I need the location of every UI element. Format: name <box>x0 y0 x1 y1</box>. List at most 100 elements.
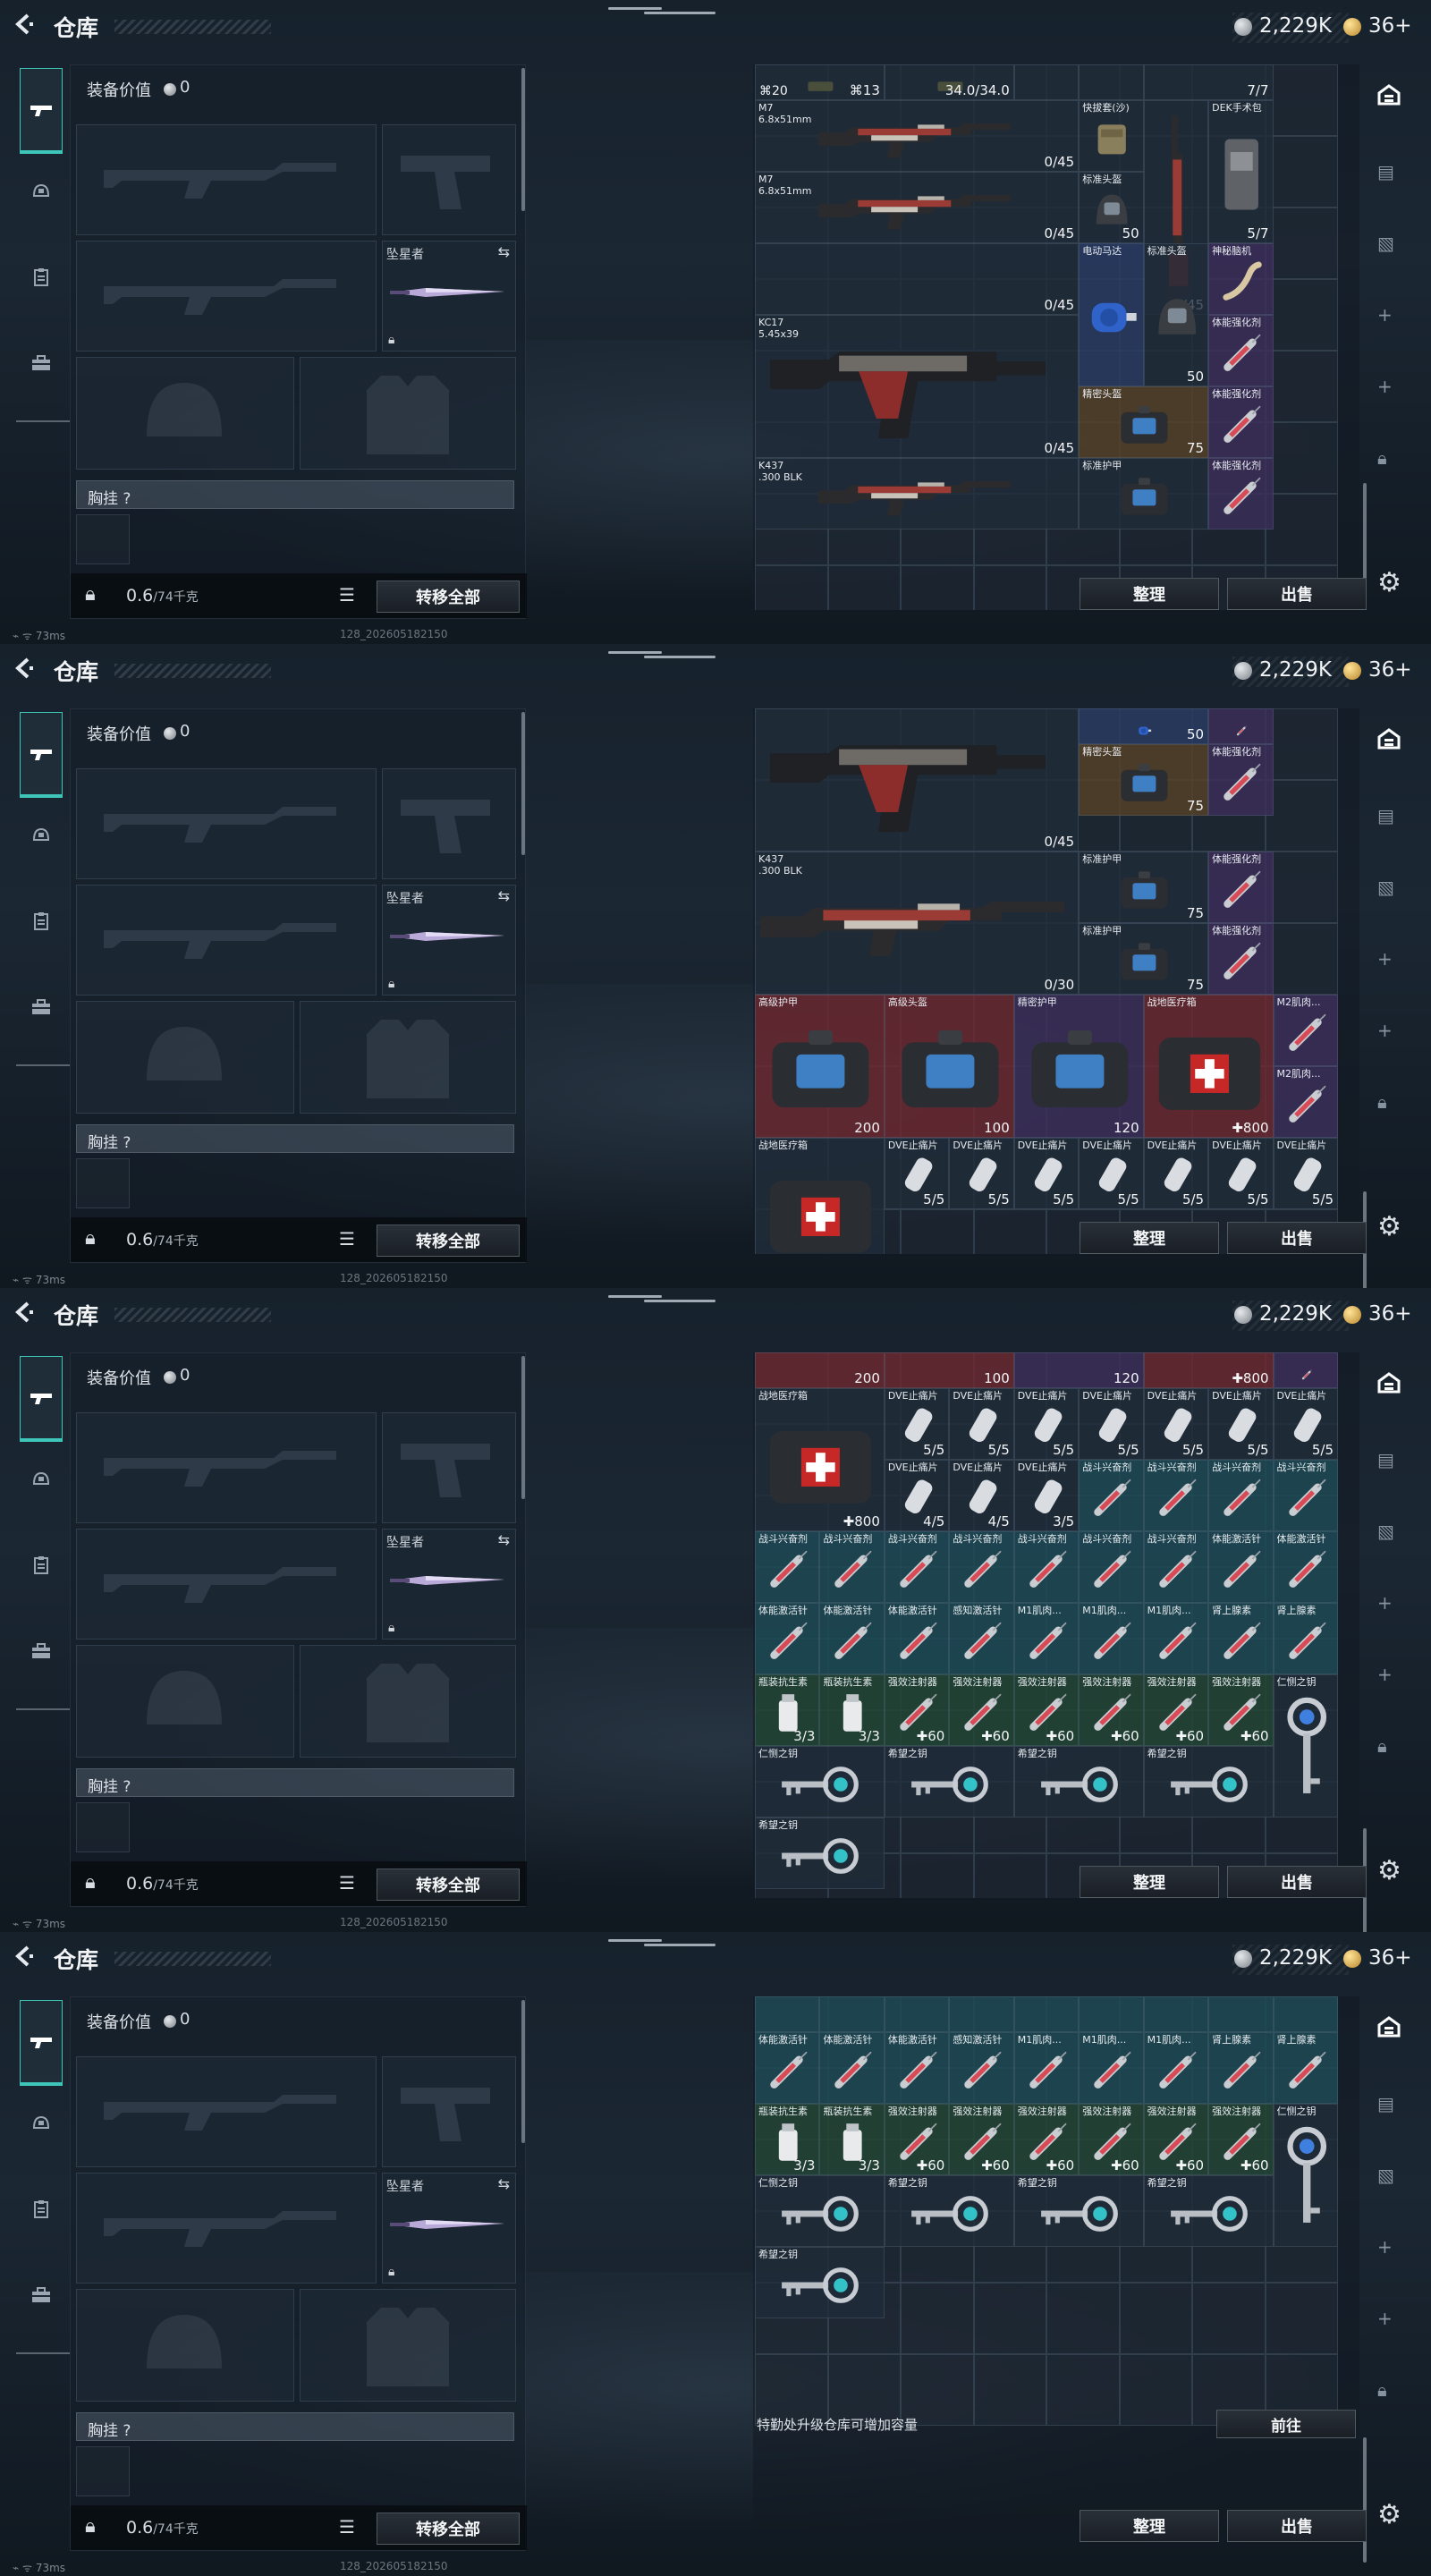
tv-tab-icon[interactable]: ▧ <box>1377 877 1394 898</box>
empty-cell[interactable] <box>1265 780 1338 852</box>
storage-item[interactable]: 希望之钥 <box>884 2175 1014 2247</box>
storage-item[interactable]: 希望之钥 <box>1143 1746 1274 1818</box>
gold-amount[interactable]: 36+ <box>1368 1946 1412 1970</box>
secondary-weapon-slot[interactable] <box>76 241 377 352</box>
sell-button[interactable]: 出售 <box>1227 2510 1367 2542</box>
sort-button[interactable]: 整理 <box>1080 2510 1219 2542</box>
pistol-slot[interactable] <box>382 2056 516 2167</box>
storage-item[interactable]: 7/7 <box>1143 64 1274 100</box>
storage-item[interactable]: 强效注射器 ✚60 <box>884 2104 950 2175</box>
storage-item[interactable]: 战斗兴奋剂 <box>1143 1460 1209 1531</box>
armor-slot[interactable] <box>300 1001 516 1114</box>
storage-item[interactable]: KC17 5.45x39 0/45 <box>755 315 1080 458</box>
storage-item[interactable]: M1肌肉... <box>1013 1603 1080 1674</box>
storage-item[interactable]: ⌘13 ⌘20 <box>755 64 885 100</box>
chest-rig-slot[interactable]: 胸挂 ? <box>76 1768 514 1797</box>
storage-item[interactable]: 仁恻之钥 <box>755 1746 885 1818</box>
storage-item[interactable]: DVE止痛片 5/5 <box>1208 1388 1274 1460</box>
storage-item[interactable]: 神秘脑机 <box>1208 243 1274 315</box>
storage-item[interactable]: 100 <box>884 1352 1014 1388</box>
sort-button[interactable]: 整理 <box>1080 1866 1219 1898</box>
storage-item[interactable]: 仁恻之钥 <box>755 2175 885 2247</box>
storage-item[interactable]: 强效注射器 ✚60 <box>884 1674 950 1746</box>
nav-briefcase-icon[interactable] <box>20 2274 63 2317</box>
storage-item[interactable]: 仁恻之钥 <box>1273 1674 1338 1818</box>
nav-weapons-icon[interactable] <box>20 1356 63 1442</box>
empty-cell[interactable] <box>901 1853 974 1898</box>
grid-tab-icon[interactable]: ▤ <box>1377 2093 1394 2114</box>
empty-cell[interactable] <box>973 1853 1046 1898</box>
storage-item[interactable]: 高级护甲 200 <box>755 995 885 1138</box>
storage-item[interactable]: 战斗兴奋剂 <box>1079 1531 1144 1603</box>
back-icon[interactable] <box>13 13 39 39</box>
melee-slot[interactable]: 坠星者 ⇆ 🔒︎ <box>382 2173 516 2284</box>
gold-amount[interactable]: 36+ <box>1368 1302 1412 1326</box>
storage-item[interactable]: 高级头盔 100 <box>884 995 1014 1138</box>
swap-icon[interactable]: ⇆ <box>498 243 510 260</box>
empty-cell[interactable] <box>1265 2283 1338 2354</box>
helmet-slot[interactable] <box>76 1645 294 1758</box>
tv-tab-icon[interactable]: ▧ <box>1377 2165 1394 2186</box>
storage-item[interactable]: 战斗兴奋剂 <box>1208 1460 1274 1531</box>
storage-item[interactable]: 200 <box>755 1352 885 1388</box>
storage-item[interactable]: K437 .300 BLK 0/30 <box>755 852 1080 995</box>
settings-icon[interactable]: ⚙ <box>1377 1211 1401 1242</box>
storage-item[interactable]: 体能激活针 <box>884 2032 950 2104</box>
sell-button[interactable]: 出售 <box>1227 1222 1367 1254</box>
storage-item[interactable]: 精密头盔 75 <box>1079 744 1209 816</box>
storage-item[interactable]: 战斗兴奋剂 <box>884 1531 950 1603</box>
empty-cell[interactable] <box>755 565 828 610</box>
storage-item[interactable]: 精密护甲 120 <box>1013 995 1144 1138</box>
storage-item[interactable]: 强效注射器 ✚60 <box>1079 2104 1144 2175</box>
storage-item[interactable]: 体能强化剂 <box>1208 923 1274 995</box>
storage-scrollbar[interactable] <box>1363 2437 1367 2563</box>
storage-item[interactable]: 体能激活针 <box>755 2032 820 2104</box>
storage-item[interactable] <box>1208 708 1274 744</box>
storage-item[interactable]: 肾上腺素 <box>1273 1603 1338 1674</box>
storage-item[interactable]: 仁恻之钥 <box>1273 2104 1338 2247</box>
primary-weapon-slot[interactable] <box>76 2056 377 2167</box>
storage-item[interactable]: 体能强化剂 <box>1208 744 1274 816</box>
add-icon[interactable]: + <box>1377 1592 1393 1614</box>
swap-icon[interactable]: ⇆ <box>498 1531 510 1548</box>
storage-item[interactable]: 强效注射器 ✚60 <box>1013 2104 1080 2175</box>
storage-item[interactable]: K437 .300 BLK <box>755 458 1080 530</box>
storage-item[interactable]: 希望之钥 <box>1013 2175 1144 2247</box>
back-icon[interactable] <box>13 1945 39 1971</box>
storage-item[interactable]: 瓶装抗生素 3/3 <box>755 2104 820 2175</box>
storage-item[interactable] <box>1079 64 1144 100</box>
storage-item[interactable]: 强效注射器 ✚60 <box>1013 1674 1080 1746</box>
equipment-scrollbar[interactable] <box>521 712 525 855</box>
storage-item[interactable]: DVE止痛片 5/5 <box>884 1138 950 1209</box>
empty-cell[interactable] <box>1046 2283 1120 2354</box>
sell-button[interactable]: 出售 <box>1227 578 1367 610</box>
storage-item[interactable]: 50 <box>1079 708 1209 744</box>
storage-item[interactable]: 0/45 <box>755 708 1080 852</box>
storage-item[interactable]: 强效注射器 ✚60 <box>1208 1674 1274 1746</box>
empty-cell[interactable] <box>901 565 974 610</box>
storage-item[interactable]: DVE止痛片 5/5 <box>1079 1138 1144 1209</box>
storage-item[interactable]: 34.0/34.0 <box>884 64 1014 100</box>
storage-item[interactable]: DVE止痛片 5/5 <box>1143 1138 1209 1209</box>
transfer-all-button[interactable]: 转移全部 <box>377 1868 520 1901</box>
empty-cell[interactable] <box>1265 351 1338 422</box>
storage-item[interactable]: 体能强化剂 <box>1208 852 1274 923</box>
storage-item[interactable]: 战斗兴奋剂 <box>1273 1460 1338 1531</box>
back-icon[interactable] <box>13 1301 39 1327</box>
secondary-weapon-slot[interactable] <box>76 2173 377 2284</box>
nav-weapons-icon[interactable] <box>20 2000 63 2086</box>
swap-icon[interactable]: ⇆ <box>498 887 510 904</box>
storage-item[interactable]: DVE止痛片 4/5 <box>949 1460 1014 1531</box>
helmet-slot[interactable] <box>76 2289 294 2402</box>
storage-item[interactable]: 肾上腺素 <box>1208 1603 1274 1674</box>
secondary-weapon-slot[interactable] <box>76 1529 377 1640</box>
storage-item[interactable]: DVE止痛片 5/5 <box>1013 1138 1080 1209</box>
list-icon[interactable]: ☰ <box>339 2516 355 2538</box>
empty-cell[interactable] <box>1265 279 1338 351</box>
storage-item[interactable]: 战斗兴奋剂 <box>1143 1531 1209 1603</box>
nav-briefcase-icon[interactable] <box>20 986 63 1029</box>
storage-item[interactable]: 体能强化剂 <box>1208 315 1274 386</box>
transfer-all-button[interactable]: 转移全部 <box>377 580 520 613</box>
storage-item[interactable]: 体能激活针 <box>755 1603 820 1674</box>
nav-clipboard-icon[interactable] <box>20 256 63 299</box>
